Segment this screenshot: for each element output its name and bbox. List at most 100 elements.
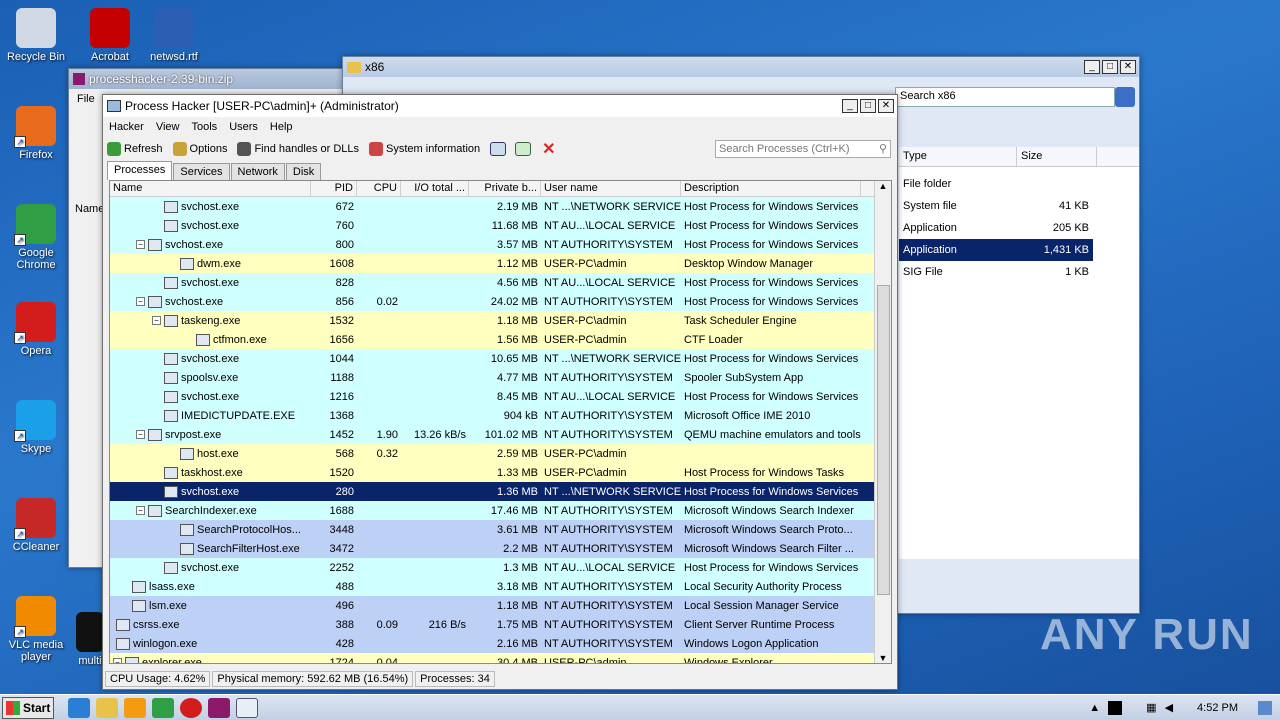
ph-titlebar[interactable]: Process Hacker [USER-PC\admin]+ (Adminis… [103, 95, 897, 117]
tray-expand-icon[interactable]: ▲ [1089, 702, 1100, 714]
maximize-button[interactable]: □ [860, 99, 876, 113]
process-tree[interactable]: Name PID CPU I/O total ... Private b... User … [109, 180, 892, 664]
chrome-icon[interactable] [152, 697, 174, 718]
menu-hacker[interactable]: Hacker [109, 121, 144, 133]
close-button[interactable]: ✕ [1120, 60, 1136, 74]
explorer-col-type[interactable]: Type [899, 147, 1017, 166]
column-header[interactable]: Name [110, 181, 311, 196]
process-row[interactable]: − SearchIndexer.exe 1688 17.46 MB NT AUTHORI… [110, 501, 891, 520]
search-processes-input[interactable]: Search Processes (Ctrl+K) ⚲ [715, 140, 891, 158]
show-desktop-icon[interactable] [1258, 700, 1272, 715]
desktop-icon-opera[interactable]: ↗ Opera [0, 302, 72, 357]
process-row[interactable]: lsm.exe 496 1.18 MB NT AUTHORITY\SYSTEM Loca… [110, 596, 891, 615]
scroll-up-arrow-icon[interactable]: ▲ [875, 181, 891, 191]
terminate-icon[interactable]: ✕ [542, 139, 555, 159]
process-row[interactable]: − srvpost.exe 1452 1.90 13.26 kB/s 101.02 MB N… [110, 425, 891, 444]
column-header[interactable]: User name [541, 181, 681, 196]
collapse-toggle-icon[interactable]: − [152, 316, 161, 325]
desktop-icon-ccleaner[interactable]: ↗ CCleaner [0, 498, 72, 553]
process-row[interactable]: svchost.exe 760 11.68 MB NT AU...\LOCAL SER… [110, 216, 891, 235]
explorer-file-pane[interactable]: Type Size File folder System file 41 KB App… [899, 147, 1139, 559]
collapse-toggle-icon[interactable]: − [136, 506, 145, 515]
window-icon[interactable] [490, 142, 507, 156]
explorer-titlebar[interactable]: x86 _ □ ✕ [343, 57, 1139, 77]
scroll-down-arrow-icon[interactable]: ▼ [875, 653, 891, 663]
desktop-icon-word-doc[interactable]: netwsd.rtf [138, 8, 210, 63]
menu-help[interactable]: Help [270, 121, 293, 133]
volume-icon[interactable]: ◀ [1165, 701, 1173, 714]
explorer-search-box[interactable]: Search x86 [895, 87, 1115, 107]
vertical-scrollbar[interactable]: ▲ ▼ [874, 181, 891, 663]
process-row[interactable]: IMEDICTUPDATE.EXE 1368 904 kB NT AUTHORITY\… [110, 406, 891, 425]
ie-icon[interactable] [68, 697, 90, 718]
process-row[interactable]: SearchProtocolHos... 3448 3.61 MB NT AUTHOR… [110, 520, 891, 539]
close-button[interactable]: ✕ [878, 99, 894, 113]
process-row[interactable]: lsass.exe 488 3.18 MB NT AUTHORITY\SYSTEM Lo… [110, 577, 891, 596]
process-row[interactable]: ctfmon.exe 1656 1.56 MB USER-PC\admin CTF Lo… [110, 330, 891, 349]
tab-disk[interactable]: Disk [285, 163, 322, 180]
scrollbar-thumb[interactable] [877, 285, 890, 595]
column-header[interactable]: PID [311, 181, 357, 196]
minimize-button[interactable]: _ [1084, 60, 1100, 74]
tray-app-icon[interactable] [1108, 700, 1123, 715]
column-header[interactable]: I/O total ... [401, 181, 469, 196]
clock[interactable]: 4:52 PM [1197, 702, 1238, 714]
process-row[interactable]: svchost.exe 672 2.19 MB NT ...\NETWORK SERV… [110, 197, 891, 216]
process-row[interactable]: SearchFilterHost.exe 3472 2.2 MB NT AUTHORI… [110, 539, 891, 558]
process-hacker-taskbar-icon[interactable] [236, 697, 258, 718]
winrar-icon[interactable] [208, 697, 230, 718]
process-row[interactable]: winlogon.exe 428 2.16 MB NT AUTHORITY\SYSTE… [110, 634, 891, 653]
process-row[interactable]: svchost.exe 1044 10.65 MB NT ...\NETWORK SE… [110, 349, 891, 368]
process-row[interactable]: − svchost.exe 800 3.57 MB NT AUTHORITY\SYSTE… [110, 235, 891, 254]
options-button[interactable]: Options [172, 142, 227, 156]
process-row[interactable]: svchost.exe 828 4.56 MB NT AU...\LOCAL SERV… [110, 273, 891, 292]
file-row[interactable]: SIG File 1 KB [899, 261, 1139, 283]
search-icon[interactable] [1115, 87, 1135, 107]
desktop-icon-acrobat[interactable]: Acrobat [74, 8, 146, 63]
file-row[interactable]: File folder [899, 173, 1139, 195]
start-button[interactable]: Start [2, 696, 54, 719]
process-row[interactable]: svchost.exe 2252 1.3 MB NT AU...\LOCAL SERV… [110, 558, 891, 577]
refresh-button[interactable]: Refresh [107, 142, 163, 156]
file-row[interactable]: Application 205 KB [899, 217, 1139, 239]
process-row[interactable]: − explorer.exe 1724 0.04 30.4 MB USER-PC\admi… [110, 653, 891, 663]
collapse-toggle-icon[interactable]: − [113, 658, 122, 663]
desktop-icon-skype[interactable]: ↗ Skype [0, 400, 72, 455]
process-row[interactable]: spoolsv.exe 1188 4.77 MB NT AUTHORITY\SYSTE… [110, 368, 891, 387]
window-go-icon[interactable] [515, 142, 532, 156]
column-header[interactable]: Description [681, 181, 861, 196]
tab-network[interactable]: Network [230, 163, 285, 180]
process-hacker-window[interactable]: Process Hacker [USER-PC\admin]+ (Adminis… [102, 94, 898, 690]
menu-users[interactable]: Users [229, 121, 258, 133]
collapse-toggle-icon[interactable]: − [136, 240, 145, 249]
process-row[interactable]: host.exe 568 0.32 2.59 MB USER-PC\admin [110, 444, 891, 463]
desktop-icon-chrome[interactable]: ↗ Google Chrome [0, 204, 72, 271]
media-player-icon[interactable] [124, 697, 146, 718]
desktop-icon-recycle-bin[interactable]: Recycle Bin [0, 8, 72, 63]
column-header[interactable]: CPU [357, 181, 401, 196]
find-handles-button[interactable]: Find handles or DLLs [237, 142, 359, 156]
process-row[interactable]: dwm.exe 1608 1.12 MB USER-PC\admin Desktop W… [110, 254, 891, 273]
process-row[interactable]: taskhost.exe 1520 1.33 MB USER-PC\admin Host… [110, 463, 891, 482]
column-header[interactable]: Private b... [469, 181, 541, 196]
process-row[interactable]: − taskeng.exe 1532 1.18 MB USER-PC\admin Task… [110, 311, 891, 330]
desktop-icon-firefox[interactable]: ↗ Firefox [0, 106, 72, 161]
opera-icon[interactable] [180, 697, 202, 718]
collapse-toggle-icon[interactable]: − [136, 297, 145, 306]
file-row[interactable]: Application 1,431 KB [899, 239, 1093, 261]
maximize-button[interactable]: □ [1102, 60, 1118, 74]
explorer-col-size[interactable]: Size [1017, 147, 1097, 166]
process-row[interactable]: − svchost.exe 856 0.02 24.02 MB NT AUTHORITY\… [110, 292, 891, 311]
minimize-button[interactable]: _ [842, 99, 858, 113]
file-row[interactable]: System file 41 KB [899, 195, 1139, 217]
system-information-button[interactable]: System information [369, 142, 480, 156]
network-icon[interactable]: ▦ [1146, 701, 1156, 714]
zip-window-titlebar[interactable]: processhacker-2.39-bin.zip [69, 69, 357, 89]
menu-view[interactable]: View [156, 121, 180, 133]
zip-col-name[interactable]: Name [75, 203, 104, 215]
tab-services[interactable]: Services [173, 163, 230, 180]
collapse-toggle-icon[interactable]: − [136, 430, 145, 439]
process-row[interactable]: svchost.exe 280 1.36 MB NT ...\NETWORK SERV… [110, 482, 891, 501]
explorer-icon[interactable] [96, 697, 118, 718]
tab-processes[interactable]: Processes [107, 161, 173, 180]
